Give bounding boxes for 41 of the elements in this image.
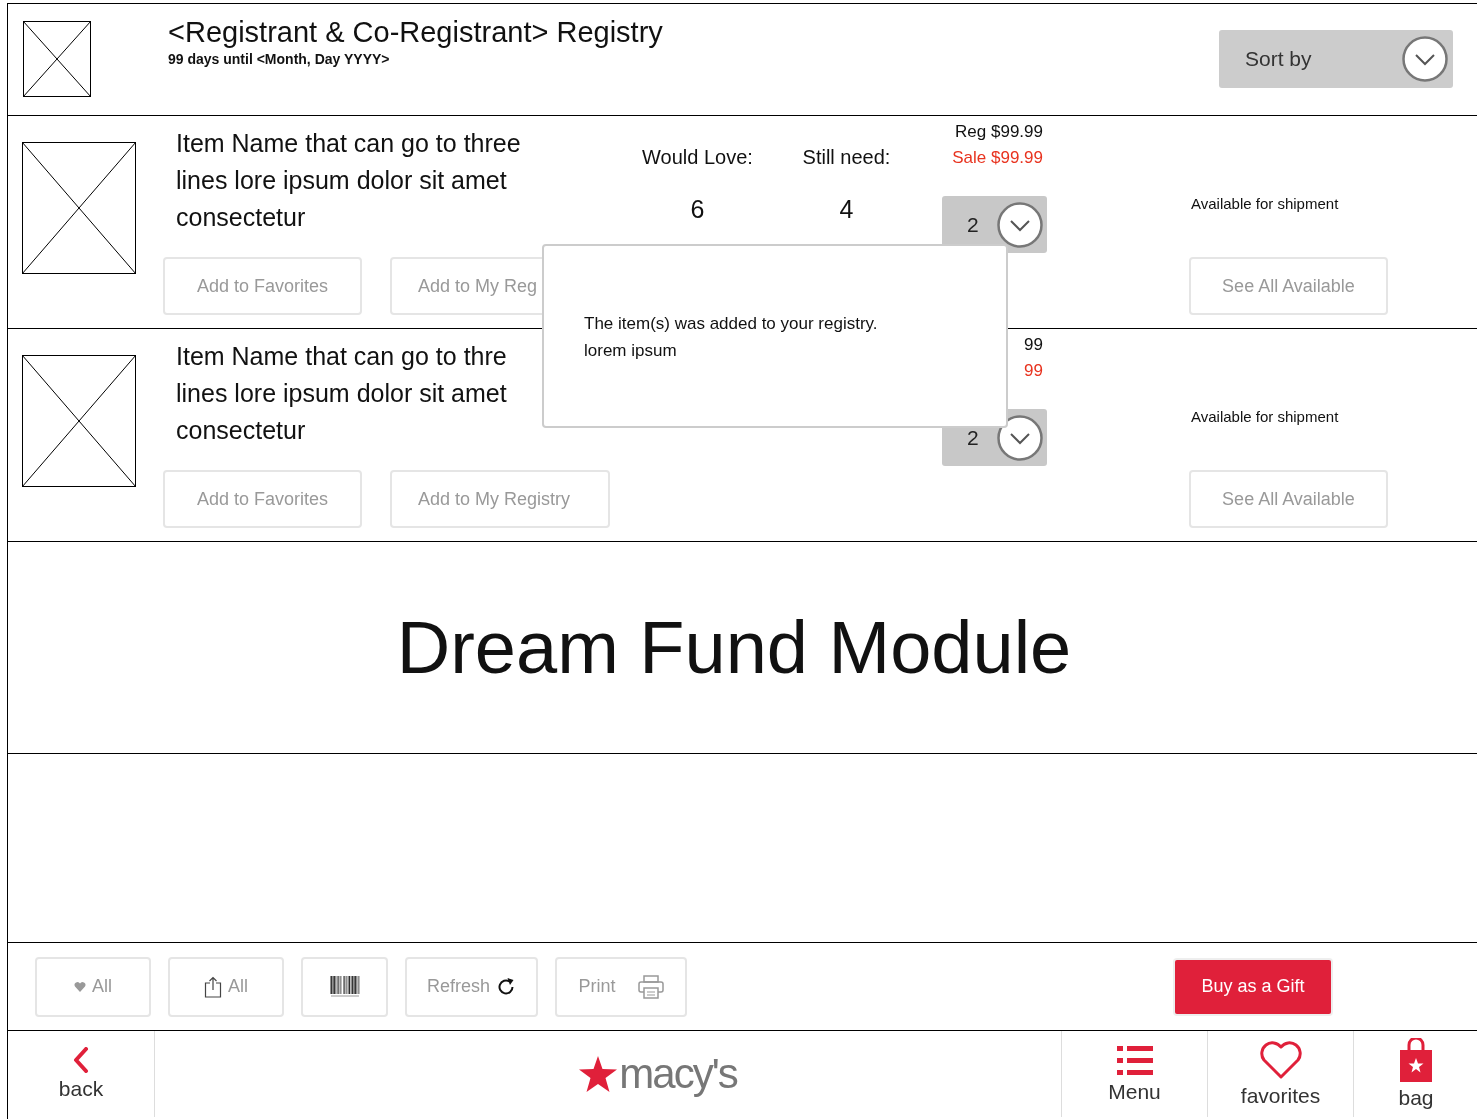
heart-icon	[1258, 1040, 1303, 1080]
countdown-text: 99 days until <Month, Day YYYY>	[168, 51, 391, 67]
print-toolbar-button[interactable]: Print	[555, 956, 687, 1017]
heart-toolbar-button[interactable]: All	[35, 956, 151, 1017]
still-need-label: Still need:	[802, 146, 891, 169]
heart-icon	[74, 980, 86, 993]
refresh-toolbar-button[interactable]: Refresh	[405, 956, 538, 1017]
still-need-count: 4	[839, 195, 854, 224]
add-to-favorites-button[interactable]: Add to Favorites	[163, 470, 362, 528]
add-to-favorites-button[interactable]: Add to Favorites	[163, 257, 362, 315]
dream-fund-title: Dream Fund Module	[396, 605, 1072, 690]
star-icon	[579, 1056, 618, 1092]
menu-icon	[1116, 1044, 1153, 1076]
share-icon	[204, 975, 222, 998]
chevron-down-icon	[997, 201, 1043, 248]
share-toolbar-button[interactable]: All	[168, 956, 284, 1017]
confirmation-message: The item(s) was added to your registry. lorem ipsum	[584, 313, 879, 362]
would-love-count: 6	[690, 195, 705, 224]
printer-icon	[637, 974, 664, 999]
availability-text: Available for shipment	[1191, 408, 1339, 425]
barcode-toolbar-button[interactable]	[301, 956, 388, 1017]
chevron-down-icon	[1402, 36, 1448, 82]
availability-text: Available for shipment	[1191, 195, 1339, 212]
see-all-available-button[interactable]: See All Available	[1189, 257, 1388, 315]
sort-by-dropdown[interactable]: Sort by	[1219, 30, 1453, 88]
sale-price: 99	[1024, 361, 1043, 382]
store-logo: macy's	[155, 1031, 1061, 1117]
regular-price: 99	[1024, 335, 1043, 356]
add-to-registry-button[interactable]: Add to My Registry	[390, 470, 610, 528]
barcode-icon	[329, 975, 360, 998]
registry-title: <Registrant & Co-Registrant> Registry	[168, 16, 664, 49]
see-all-available-button[interactable]: See All Available	[1189, 470, 1388, 528]
would-love-label: Would Love:	[642, 146, 753, 169]
item-name: Item Name that can go to three lines lore ipsum dolor sit amet consectetur	[176, 128, 521, 233]
regular-price: Reg $99.99	[955, 122, 1043, 143]
buy-as-gift-button[interactable]: Buy as a Gift	[1173, 957, 1333, 1016]
shopping-bag-icon	[1399, 1038, 1433, 1082]
sale-price: Sale $99.99	[952, 148, 1043, 169]
item-name: Item Name that can go to thre lines lore ipsum dolor sit amet consectetur	[176, 341, 507, 446]
refresh-icon	[496, 976, 516, 997]
back-chevron-icon	[73, 1047, 89, 1073]
